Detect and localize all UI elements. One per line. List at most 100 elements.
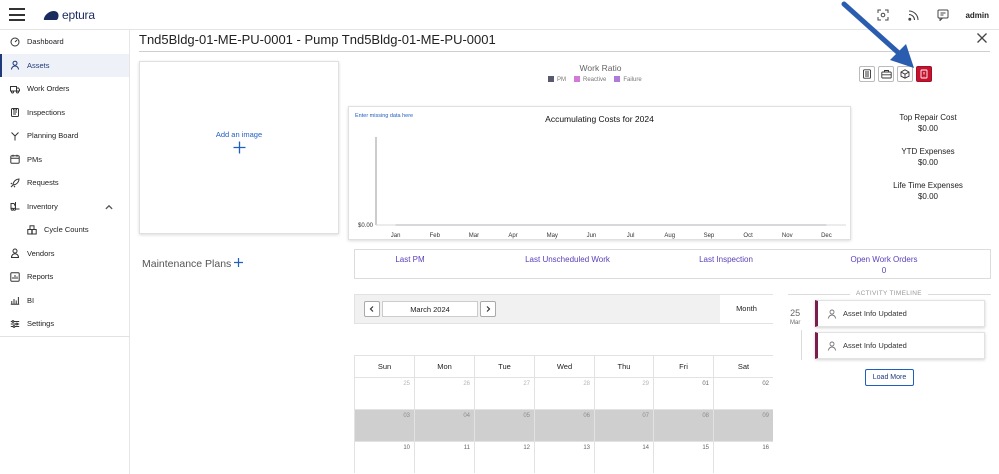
- toolbox-button[interactable]: [878, 66, 894, 82]
- sidebar-item-assets[interactable]: Assets: [0, 53, 129, 77]
- sidebar-item-bi[interactable]: BI: [0, 289, 129, 313]
- sidebar-item-pms[interactable]: PMs: [0, 148, 129, 172]
- legend-label: Failure: [623, 77, 642, 83]
- calendar-day-cell[interactable]: 15: [653, 441, 713, 473]
- x-tick-label: Aug: [664, 233, 675, 239]
- calendar-day-cell[interactable]: 25: [354, 377, 414, 409]
- calendar-day-cell[interactable]: 04: [414, 409, 474, 441]
- sidebar-item-work-orders[interactable]: Work Orders: [0, 77, 129, 101]
- sidebar-divider: [0, 336, 130, 337]
- cube-icon: [900, 69, 910, 79]
- add-image-link[interactable]: Add an image: [140, 130, 338, 139]
- clipboard-icon: [11, 108, 19, 118]
- calendar-day-cell[interactable]: 28: [534, 377, 594, 409]
- load-more-button[interactable]: Load More: [865, 369, 914, 386]
- sidebar-item-cycle-counts[interactable]: Cycle Counts: [0, 218, 129, 242]
- calendar-day-cell[interactable]: 09: [713, 409, 773, 441]
- sidebar-item-planning-board[interactable]: Planning Board: [0, 124, 129, 148]
- user-name[interactable]: admin: [965, 11, 989, 20]
- timeline-event[interactable]: Asset Info Updated: [815, 300, 985, 327]
- open-work-orders-link[interactable]: Open Work Orders: [825, 255, 943, 264]
- x-tick-label: Jul: [627, 233, 635, 239]
- chevron-up-icon[interactable]: [104, 202, 114, 212]
- activity-timeline-heading: ACTIVITY TIMELINE: [850, 290, 928, 297]
- stat-label: Top Repair Cost: [899, 113, 957, 122]
- calendar-header: March 2024: [354, 294, 773, 324]
- calendar-day-cell[interactable]: 11: [414, 441, 474, 473]
- image-panel[interactable]: Add an image: [139, 61, 339, 234]
- sidebar-item-label: Cycle Counts: [44, 225, 89, 235]
- last-pm-link[interactable]: Last PM: [355, 255, 465, 264]
- asset-toolbar: [859, 66, 932, 82]
- x-tick-label: Sep: [704, 233, 715, 239]
- sidebar-item-label: Planning Board: [27, 131, 79, 141]
- calendar-day-cell[interactable]: 01: [653, 377, 713, 409]
- calendar-day-cell[interactable]: 12: [474, 441, 534, 473]
- stat-value: $0.00: [917, 192, 939, 201]
- calendar-prev-button[interactable]: [364, 301, 380, 317]
- life-time-expenses: Life Time Expenses $0.00: [868, 180, 988, 202]
- cube-button[interactable]: [897, 66, 913, 82]
- timeline-event[interactable]: Asset Info Updated: [815, 332, 985, 359]
- sidebar-item-vendors[interactable]: Vendors: [0, 242, 129, 266]
- legend-label: PM: [557, 77, 566, 83]
- sidebar-item-inventory[interactable]: Inventory: [0, 195, 129, 219]
- sidebar-item-inspections[interactable]: Inspections: [0, 101, 129, 125]
- legend-swatch: [614, 76, 621, 82]
- sidebar-item-reports[interactable]: Reports: [0, 265, 129, 289]
- timeline-event-label: Asset Info Updated: [843, 341, 907, 350]
- calendar-day-cell[interactable]: 16: [713, 441, 773, 473]
- y-tick-label: $0.00: [358, 223, 374, 229]
- calendar-day-cell[interactable]: 06: [534, 409, 594, 441]
- work-summary-strip: Last PM Last Unscheduled Work Last Inspe…: [354, 249, 991, 279]
- add-maintenance-plan-plus-icon[interactable]: [234, 258, 243, 267]
- calendar-day-cell[interactable]: 05: [474, 409, 534, 441]
- sidebar-item-label: Inspections: [27, 107, 65, 117]
- calendar-day-header: Mon: [414, 355, 474, 377]
- calendar-day-cell[interactable]: 07: [594, 409, 653, 441]
- calendar-day-cell[interactable]: 27: [474, 377, 534, 409]
- list-icon: [863, 69, 871, 79]
- legend-swatch: [548, 76, 554, 82]
- calendar-day-cell[interactable]: 26: [414, 377, 474, 409]
- sidebar-item-settings[interactable]: Settings: [0, 312, 129, 336]
- calendar-month-label[interactable]: March 2024: [382, 301, 478, 317]
- sidebar-item-requests[interactable]: Requests: [0, 171, 129, 195]
- last-inspection-link[interactable]: Last Inspection: [675, 255, 777, 264]
- rss-icon[interactable]: [905, 7, 921, 23]
- calendar-day-cell[interactable]: 29: [594, 377, 653, 409]
- calendar-day-cell[interactable]: 08: [653, 409, 713, 441]
- close-icon[interactable]: [975, 31, 989, 45]
- sidebar-item-dashboard[interactable]: Dashboard: [0, 30, 129, 54]
- open-work-orders-count[interactable]: 0: [825, 266, 943, 275]
- stat-value: $0.00: [917, 124, 939, 133]
- plus-icon[interactable]: [233, 141, 246, 154]
- last-unscheduled-work-link[interactable]: Last Unscheduled Work: [500, 255, 635, 264]
- sidebar-item-label: Reports: [27, 272, 54, 282]
- report-button[interactable]: [916, 66, 932, 82]
- calendar-day-cell[interactable]: 13: [534, 441, 594, 473]
- calendar-day-header: Wed: [534, 355, 594, 377]
- chat-icon[interactable]: [935, 7, 951, 23]
- truck-icon: [10, 85, 20, 94]
- calendar-day-header: Sat: [713, 355, 773, 377]
- calendar-view-month-button[interactable]: Month: [720, 295, 773, 323]
- logo-mark-icon: [43, 10, 61, 20]
- toolbox-icon: [880, 70, 892, 79]
- scan-icon[interactable]: [875, 7, 891, 23]
- calendar-day-cell[interactable]: 03: [354, 409, 414, 441]
- calendar-day-cell[interactable]: 02: [713, 377, 773, 409]
- calendar-day-cell[interactable]: 10: [354, 441, 414, 473]
- branch-icon: [11, 131, 19, 141]
- list-button[interactable]: [859, 66, 875, 82]
- calendar-day-cell[interactable]: 14: [594, 441, 653, 473]
- accumulating-costs-chart: Enter missing data here Accumulating Cos…: [348, 106, 851, 240]
- legend-item-reactive: Reactive: [574, 76, 606, 83]
- hamburger-menu-icon[interactable]: [9, 8, 25, 21]
- calendar-next-button[interactable]: [480, 301, 496, 317]
- calendar-day-header: Thu: [594, 355, 653, 377]
- top-repair-cost: Top Repair Cost $0.00: [868, 112, 988, 134]
- eptura-logo[interactable]: eptura: [43, 8, 95, 22]
- chevron-right-icon: [486, 306, 491, 312]
- asset-icon: [11, 60, 19, 70]
